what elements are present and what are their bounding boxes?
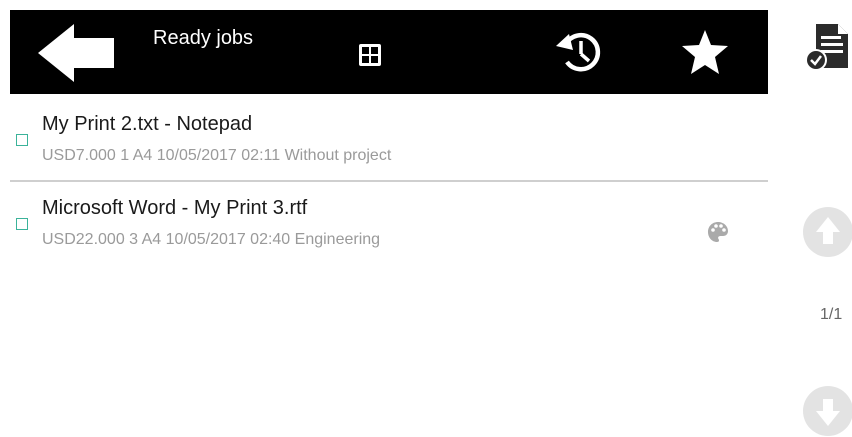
job-title: Microsoft Word - My Print 3.rtf bbox=[42, 197, 308, 219]
favorites-button[interactable] bbox=[680, 28, 730, 76]
print-selected-icon[interactable] bbox=[804, 22, 852, 74]
grid-view-icon bbox=[359, 44, 381, 66]
job-checkbox[interactable] bbox=[16, 218, 28, 230]
job-row[interactable]: Microsoft Word - My Print 3.rtf USD22.00… bbox=[10, 188, 768, 264]
job-title: My Print 2.txt - Notepad bbox=[42, 113, 253, 135]
arrow-down-icon bbox=[803, 386, 852, 436]
job-checkbox[interactable] bbox=[16, 134, 28, 146]
scroll-down-button[interactable] bbox=[802, 385, 852, 437]
job-row[interactable]: My Print 2.txt - Notepad USD7.000 1 A4 1… bbox=[10, 104, 768, 182]
job-details: USD7.000 1 A4 10/05/2017 02:11 Without p… bbox=[42, 147, 392, 164]
page-title: Ready jobs bbox=[153, 27, 254, 49]
arrow-up-icon bbox=[803, 207, 852, 257]
grid-view-button[interactable] bbox=[359, 44, 381, 66]
back-button[interactable] bbox=[36, 22, 120, 84]
ready-jobs-screen: Ready jobs My Print 2.txt - Notepad USD7… bbox=[0, 0, 852, 437]
color-palette-icon bbox=[708, 222, 728, 242]
scroll-up-button[interactable] bbox=[802, 206, 852, 258]
star-icon bbox=[682, 30, 728, 74]
page-indicator: 1/1 bbox=[820, 306, 843, 323]
job-details: USD22.000 3 A4 10/05/2017 02:40 Engineer… bbox=[42, 231, 381, 248]
history-icon bbox=[556, 32, 601, 72]
back-arrow-icon bbox=[38, 24, 114, 82]
header-bar: Ready jobs bbox=[10, 10, 768, 94]
history-button[interactable] bbox=[553, 26, 603, 76]
